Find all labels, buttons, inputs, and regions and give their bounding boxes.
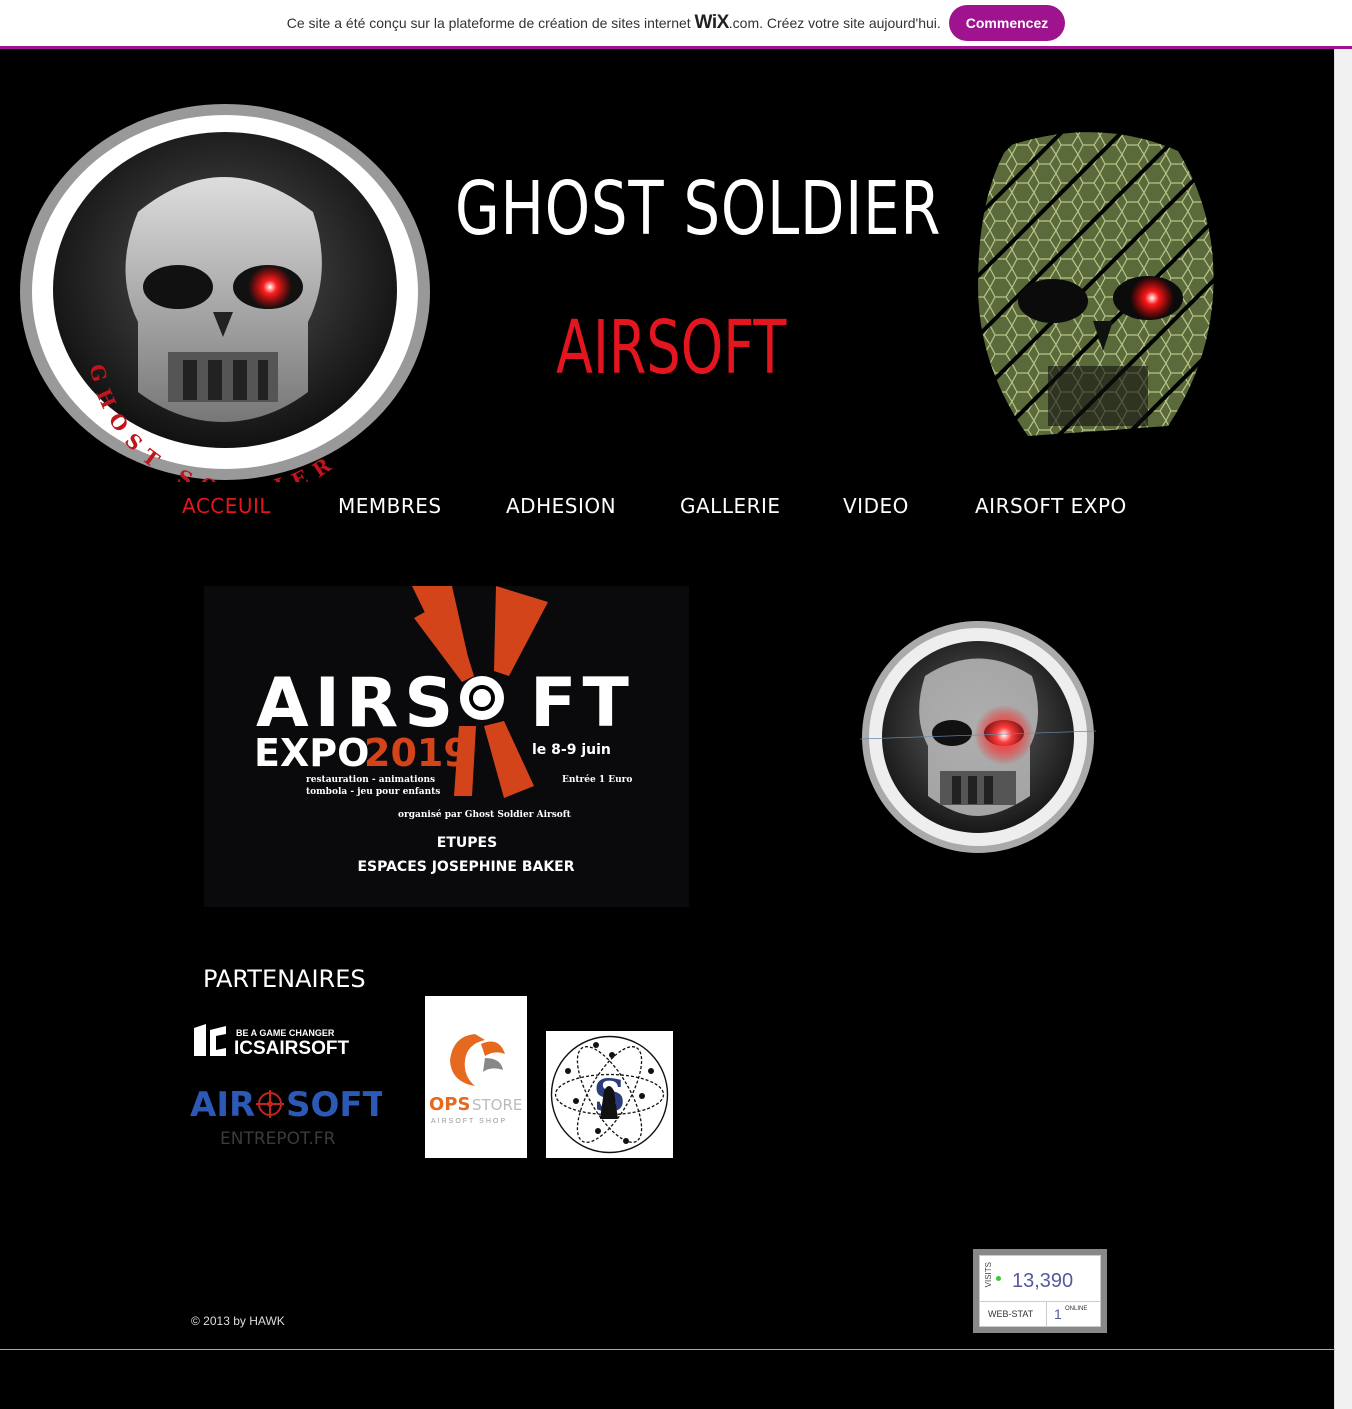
- ics-name: ICSAIRSOFT: [234, 1038, 349, 1059]
- poster-venue: ESPACES JOSEPHINE BAKER: [357, 859, 574, 875]
- online-count: 1: [1054, 1306, 1062, 1322]
- nav-item-gallerie[interactable]: GALLERIE: [680, 494, 781, 518]
- skull-icon: [125, 177, 322, 422]
- airsoft-expo-poster[interactable]: AIRS FT EXPO 2019 le 8-9 juin restaurati…: [204, 586, 689, 907]
- partners-heading: PARTENAIRES: [203, 965, 366, 993]
- nav-item-adhesion[interactable]: ADHESION: [506, 494, 616, 518]
- vertical-scrollbar[interactable]: [1334, 49, 1352, 1409]
- camo-skull-image: [968, 126, 1226, 454]
- wix-banner-text: Ce site a été conçu sur la plateforme de…: [287, 12, 941, 34]
- wix-banner-text-after: Créez votre site aujourd'hui.: [766, 15, 941, 31]
- atom-s-logo[interactable]: S: [546, 1031, 673, 1158]
- visit-counter-widget[interactable]: VISITS 13,390 WEB-STAT 1 ONLINE: [973, 1249, 1107, 1333]
- ops-store-text: STORE: [472, 1096, 522, 1114]
- poster-expo: EXPO: [254, 731, 369, 775]
- visits-label: VISITS: [984, 1262, 993, 1288]
- poster-graphic: AIRS FT EXPO 2019 le 8-9 juin restaurati…: [254, 586, 635, 875]
- counter-separator: [1046, 1302, 1047, 1326]
- poster-airsoft-b: FT: [530, 664, 635, 743]
- entrepot-soft: SOFT: [286, 1085, 382, 1125]
- ops-store-logo[interactable]: OPS STORE AIRSOFT SHOP: [425, 996, 527, 1158]
- poster-features-1: restauration - animations: [306, 775, 435, 785]
- ics-airsoft-logo[interactable]: BE A GAME CHANGER ICSAIRSOFT: [192, 1022, 382, 1060]
- ops-sub: AIRSOFT SHOP: [431, 1118, 507, 1125]
- poster-year: 2019: [364, 731, 470, 775]
- counter-divider: [980, 1301, 1100, 1302]
- wix-promo-banner: Ce site a été conçu sur la plateforme de…: [0, 0, 1352, 49]
- online-dot-icon: [996, 1276, 1001, 1281]
- ghost-soldier-badge: [860, 621, 1096, 853]
- nav-item-video[interactable]: VIDEO: [843, 494, 909, 518]
- online-label: ONLINE: [1065, 1306, 1088, 1312]
- webstat-label[interactable]: WEB-STAT: [988, 1309, 1033, 1319]
- poster-dates: le 8-9 juin: [532, 742, 611, 758]
- site-subtitle: AIRSOFT: [556, 305, 787, 391]
- visit-counter-panel: VISITS 13,390 WEB-STAT 1 ONLINE: [979, 1255, 1101, 1327]
- wix-banner-text-before: Ce site a été conçu sur la plateforme de…: [286, 15, 691, 31]
- nav-item-membres[interactable]: MEMBRES: [338, 494, 442, 518]
- poster-city: ETUPES: [437, 835, 497, 851]
- poster-organizer: organisé par Ghost Soldier Airsoft: [398, 809, 572, 820]
- poster-features-2: tombola - jeu pour enfants: [306, 787, 440, 797]
- ops-text: OPS: [429, 1094, 470, 1115]
- copyright-text: © 2013 by HAWK: [191, 1314, 285, 1328]
- airsoft-entrepot-logo[interactable]: AIR SOFT ENTREPOT.FR: [190, 1082, 382, 1148]
- footer-divider: [0, 1349, 1335, 1350]
- poster-entry: Entrée 1 Euro: [562, 774, 632, 785]
- nav-item-airsoft-expo[interactable]: AIRSOFT EXPO: [975, 494, 1127, 518]
- site-title: GHOST SOLDIER: [455, 166, 942, 252]
- commencez-button[interactable]: Commencez: [948, 5, 1066, 41]
- wix-logo-suffix: .com.: [728, 15, 763, 31]
- ics-tagline: BE A GAME CHANGER: [236, 1028, 335, 1038]
- entrepot-air: AIR: [190, 1085, 255, 1125]
- nav-item-acceuil[interactable]: ACCEUIL: [182, 494, 271, 518]
- ghost-soldier-logo[interactable]: GHOST SOLDIER: [18, 102, 432, 482]
- visits-count: 13,390: [1012, 1270, 1074, 1292]
- wix-logo[interactable]: WiX: [695, 12, 730, 33]
- entrepot-sub: ENTREPOT.FR: [220, 1129, 336, 1148]
